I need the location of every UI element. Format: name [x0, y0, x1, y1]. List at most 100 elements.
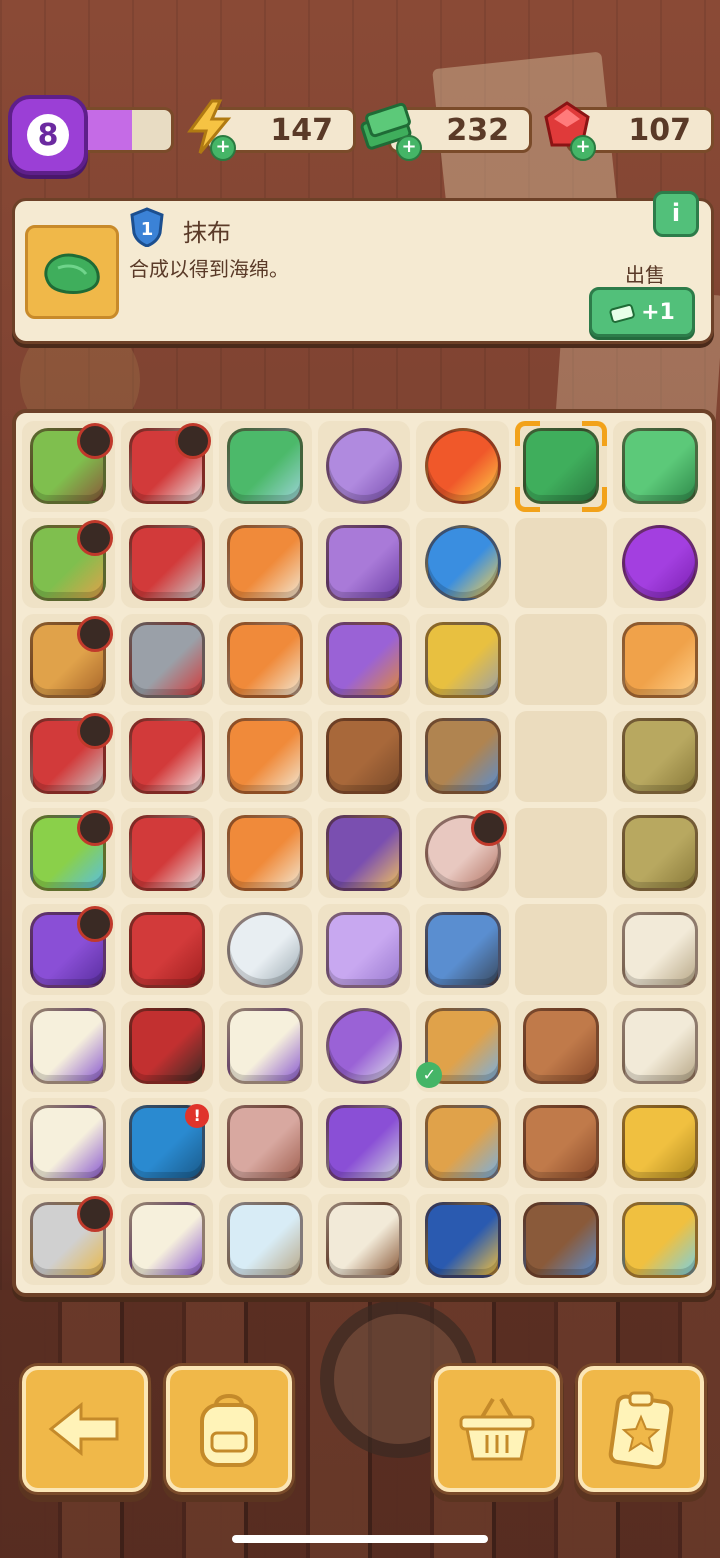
- board-cell[interactable]: [22, 807, 115, 899]
- board-cell[interactable]: [219, 710, 312, 802]
- board-cell[interactable]: [120, 807, 214, 899]
- quest-clipboard-button[interactable]: [578, 1366, 704, 1492]
- road-barrier-icon: [227, 524, 304, 601]
- board-cell[interactable]: [416, 1097, 509, 1189]
- board-grid: ✓!: [22, 421, 706, 1285]
- empty-board-cell[interactable]: [514, 517, 608, 609]
- add-energy-button[interactable]: +: [210, 135, 236, 161]
- board-cell[interactable]: [514, 1000, 608, 1092]
- board-cell[interactable]: [514, 1097, 608, 1189]
- board-cell[interactable]: [613, 517, 706, 609]
- sell-button[interactable]: +1: [589, 287, 695, 337]
- red-case-icon: [128, 1008, 205, 1085]
- road-barrier-icon: [227, 621, 304, 698]
- board-cell[interactable]: [613, 1194, 706, 1285]
- board-cell[interactable]: [22, 710, 115, 802]
- energy-orb-blue-icon: [424, 524, 501, 601]
- board-cell[interactable]: [416, 421, 509, 512]
- back-button[interactable]: [22, 1366, 148, 1492]
- board-cell[interactable]: [317, 614, 411, 705]
- board-cell[interactable]: [120, 517, 214, 609]
- board-cell[interactable]: [317, 1194, 411, 1285]
- yellow-bucket-handle-icon: [621, 1104, 698, 1181]
- board-cell[interactable]: [219, 614, 312, 705]
- board-cell[interactable]: [317, 807, 411, 899]
- board-cell[interactable]: [219, 904, 312, 995]
- board-cell[interactable]: [613, 421, 706, 512]
- knitting-cloth-icon: [325, 524, 402, 601]
- energy-orb-orange-icon: [424, 428, 501, 505]
- board-cell[interactable]: [120, 904, 214, 995]
- board-cell[interactable]: [219, 421, 312, 512]
- board-cell[interactable]: [120, 1000, 214, 1092]
- board-cell[interactable]: [219, 1194, 312, 1285]
- board-cell[interactable]: [22, 517, 115, 609]
- level-badge[interactable]: 8: [8, 95, 88, 175]
- cooldown-timer-icon: [76, 809, 113, 846]
- board-cell[interactable]: [120, 710, 214, 802]
- board-cell[interactable]: [416, 614, 509, 705]
- board-cell[interactable]: [22, 1000, 115, 1092]
- cooldown-timer-icon: [76, 519, 113, 556]
- shop-basket-button[interactable]: [434, 1366, 560, 1492]
- red-toolbox-icon: [128, 911, 205, 988]
- board-cell[interactable]: [514, 421, 608, 512]
- board-cell[interactable]: [219, 1097, 312, 1189]
- selection-corner: [514, 421, 540, 446]
- board-cell[interactable]: [219, 1000, 312, 1092]
- info-button[interactable]: i: [653, 191, 699, 237]
- board-cell[interactable]: [317, 1097, 411, 1189]
- item-level-shield-icon: 1: [130, 207, 164, 247]
- board-cell[interactable]: [317, 904, 411, 995]
- board-cell[interactable]: [317, 517, 411, 609]
- empty-board-cell[interactable]: [514, 807, 608, 899]
- add-cash-button[interactable]: +: [396, 135, 422, 161]
- magnifier-small-icon: [424, 911, 501, 988]
- board-cell[interactable]: [219, 517, 312, 609]
- board-cell[interactable]: [120, 614, 214, 705]
- board-cell[interactable]: [120, 1194, 214, 1285]
- board-cell[interactable]: [22, 1097, 115, 1189]
- board-cell[interactable]: [416, 904, 509, 995]
- board-cell[interactable]: [120, 421, 214, 512]
- board-cell[interactable]: [416, 710, 509, 802]
- board-cell[interactable]: [416, 807, 509, 899]
- board-cell[interactable]: [613, 904, 706, 995]
- cooldown-timer-icon: [76, 712, 113, 749]
- red-tray-icon: [128, 814, 205, 891]
- board-cell[interactable]: [613, 807, 706, 899]
- board-cell[interactable]: !: [120, 1097, 214, 1189]
- green-rag-icon: [44, 253, 100, 294]
- board-cell[interactable]: [22, 421, 115, 512]
- board-cell[interactable]: [22, 904, 115, 995]
- board-cell[interactable]: [317, 710, 411, 802]
- board-cell[interactable]: [613, 710, 706, 802]
- back-arrow-icon: [48, 1401, 119, 1457]
- empty-board-cell[interactable]: [514, 614, 608, 705]
- board-cell[interactable]: [317, 421, 411, 512]
- backpack-icon: [200, 1394, 258, 1467]
- item-description: 合成以得到海绵。: [129, 257, 289, 281]
- board-cell[interactable]: [22, 614, 115, 705]
- dandelion-clock-icon: [128, 1201, 205, 1278]
- basket-icon: [459, 1397, 535, 1461]
- add-gems-button[interactable]: +: [570, 135, 596, 161]
- broken-pot-icon: [523, 1008, 600, 1085]
- selection-corner: [582, 421, 608, 446]
- board-cell[interactable]: [613, 1000, 706, 1092]
- empty-board-cell[interactable]: [514, 904, 608, 995]
- dandelion-clock-icon: [30, 1104, 107, 1181]
- board-cell[interactable]: [317, 1000, 411, 1092]
- backpack-button[interactable]: [166, 1366, 292, 1492]
- board-cell[interactable]: [416, 1194, 509, 1285]
- board-cell[interactable]: [416, 517, 509, 609]
- board-cell[interactable]: [613, 614, 706, 705]
- board-cell[interactable]: [219, 807, 312, 899]
- board-cell[interactable]: ✓: [416, 1000, 509, 1092]
- empty-board-cell[interactable]: [514, 710, 608, 802]
- board-cell[interactable]: [514, 1194, 608, 1285]
- stump-lever-icon: [523, 1201, 600, 1278]
- board-cell[interactable]: [613, 1097, 706, 1189]
- road-barrier-icon: [227, 814, 304, 891]
- board-cell[interactable]: [22, 1194, 115, 1285]
